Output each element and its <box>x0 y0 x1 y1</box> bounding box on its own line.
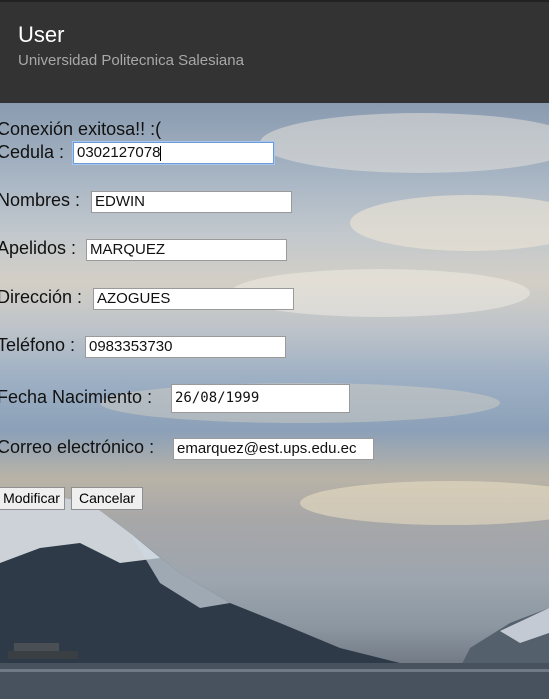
direccion-input[interactable]: AZOGUES <box>93 288 294 310</box>
telefono-label: Teléfono : <box>0 335 76 355</box>
nombres-label: Nombres : <box>0 190 81 210</box>
direccion-label: Dirección : <box>0 287 83 307</box>
cedula-label: Cedula : <box>0 142 65 162</box>
modificar-button[interactable]: Modificar <box>0 487 65 510</box>
text-caret <box>160 145 162 161</box>
cancelar-button[interactable]: Cancelar <box>71 487 143 510</box>
page-subtitle: Universidad Politecnica Salesiana <box>18 52 244 69</box>
correo-input[interactable]: emarquez@est.ups.edu.ec <box>173 438 374 460</box>
nombres-input[interactable]: EDWIN <box>91 191 292 213</box>
page-title: User <box>18 22 65 47</box>
apellidos-label: Apelidos : <box>0 238 77 258</box>
fecha-nacimiento-label: Fecha Nacimiento : <box>0 387 153 407</box>
correo-label: Correo electrónico : <box>0 437 155 457</box>
apellidos-input[interactable]: MARQUEZ <box>86 239 287 261</box>
app-header: User Universidad Politecnica Salesiana <box>0 0 549 103</box>
cedula-input[interactable]: 0302127078 <box>73 142 274 164</box>
cedula-value: 0302127078 <box>77 144 161 161</box>
telefono-input[interactable]: 0983353730 <box>85 336 286 358</box>
connection-status: Conexión exitosa!! :( <box>0 119 162 139</box>
fecha-nacimiento-input[interactable]: 26/08/1999 <box>171 384 350 413</box>
